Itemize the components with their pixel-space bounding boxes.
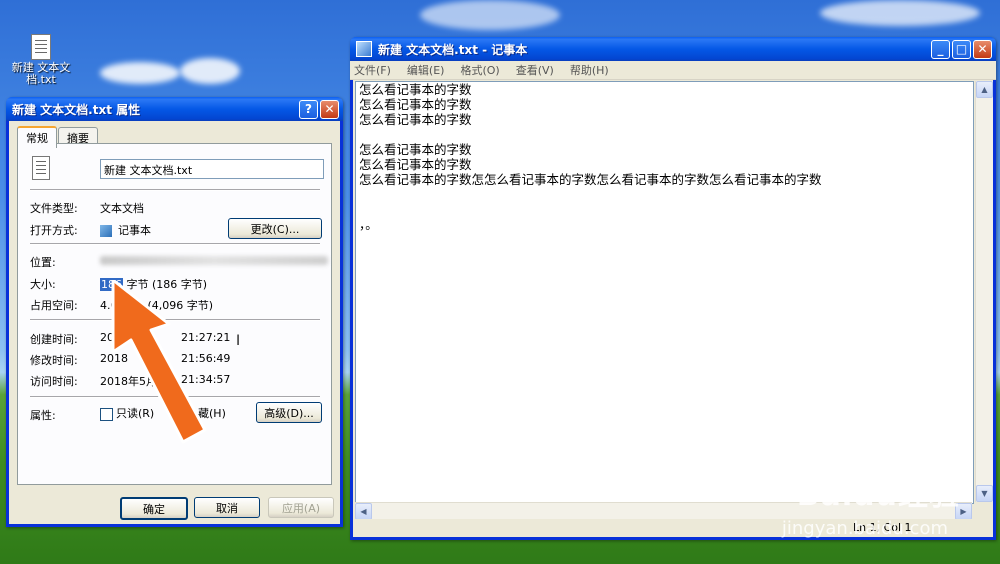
text-line [356,187,973,202]
scroll-down-icon[interactable]: ▼ [976,485,993,502]
annotation-arrow-icon [111,280,207,444]
cloud [420,0,560,30]
opens-with-value: 记事本 [100,222,151,238]
divider [30,189,320,191]
scroll-up-icon[interactable]: ▲ [976,81,993,98]
cloud [820,0,980,26]
text-line: 怎么看记事本的字数 [359,157,472,172]
text-editor[interactable]: 怎么看记事本的字数 怎么看记事本的字数 怎么看记事本的字数 怎么看记事本的字数 … [355,81,974,504]
text-line: 怎么看记事本的字数怎怎么看记事本的字数怎么看记事本的字数怎么看记事本的字数 [359,172,822,187]
location-value-blurred [100,256,328,265]
attributes-label: 属性: [30,409,56,422]
type-value: 文本文档 [100,202,144,215]
cancel-button[interactable]: 取消 [194,497,260,518]
scroll-left-icon[interactable]: ◀ [355,503,372,520]
advanced-button[interactable]: 高级(D)... [256,402,322,423]
menu-bar: 文件(F) 编辑(E) 格式(O) 查看(V) 帮助(H) [350,61,996,80]
watermark-url: jingyan.baidu.com [781,518,948,539]
text-line: 怎么看记事本的字数 [359,82,472,97]
size-label: 大小: [30,278,56,291]
maximize-button[interactable]: □ [952,39,971,59]
properties-title: 新建 文本文档.txt 属性 [12,102,141,117]
menu-edit[interactable]: 编辑(E) [407,62,445,78]
filename-field[interactable]: 新建 文本文档.txt [100,159,324,179]
desktop-icon-label: 新建 文本文档.txt [11,61,71,86]
cloud [180,58,240,84]
notepad-title: 新建 文本文档.txt - 记事本 [378,42,528,57]
watermark-logo: Baidu经验 [796,478,960,513]
text-line: 怎么看记事本的字数 [359,112,472,127]
notepad-titlebar[interactable]: 新建 文本文档.txt - 记事本 _ □ ✕ [350,37,996,61]
properties-titlebar[interactable]: 新建 文本文档.txt 属性 ? ✕ [6,97,343,121]
filename-value: 新建 文本文档.txt [104,164,193,177]
help-button[interactable]: ? [299,99,318,119]
ok-button[interactable]: 确定 [120,497,188,520]
disk-size-label: 占用空间: [30,299,78,312]
vertical-scrollbar[interactable]: ▲ ▼ [975,81,993,502]
apply-button[interactable]: 应用(A) [268,497,334,518]
modified-label: 修改时间: [30,354,78,367]
desktop-file-icon[interactable]: 新建 文本文档.txt [6,34,76,86]
divider [30,243,320,245]
menu-view[interactable]: 查看(V) [516,62,554,78]
notepad-window: 新建 文本文档.txt - 记事本 _ □ ✕ 文件(F) 编辑(E) 格式(O… [350,37,996,540]
notepad-icon [356,41,372,57]
menu-file[interactable]: 文件(F) [354,62,391,78]
close-button[interactable]: ✕ [973,39,992,59]
text-line: 怎么看记事本的字数 [359,142,472,157]
text-file-icon [32,156,50,180]
menu-help[interactable]: 帮助(H) [570,62,609,78]
accessed-label: 访问时间: [30,375,78,388]
text-line [356,127,973,142]
notepad-icon [100,225,112,237]
text-line: ，。 [359,217,378,232]
text-line [356,202,973,217]
minimize-button[interactable]: _ [931,39,950,59]
text-file-icon [31,34,51,60]
type-label: 文件类型: [30,202,78,215]
location-label: 位置: [30,256,56,269]
menu-format[interactable]: 格式(O) [460,62,499,78]
close-button[interactable]: ✕ [320,99,339,119]
created-label: 创建时间: [30,333,78,346]
cloud [100,62,180,84]
text-line: 怎么看记事本的字数 [359,97,472,112]
tab-general[interactable]: 常规 [17,126,57,148]
opens-with-app: 记事本 [118,224,151,237]
text-cursor-icon: I [236,333,241,349]
change-button[interactable]: 更改(C)... [228,218,322,239]
opens-with-label: 打开方式: [30,224,78,237]
